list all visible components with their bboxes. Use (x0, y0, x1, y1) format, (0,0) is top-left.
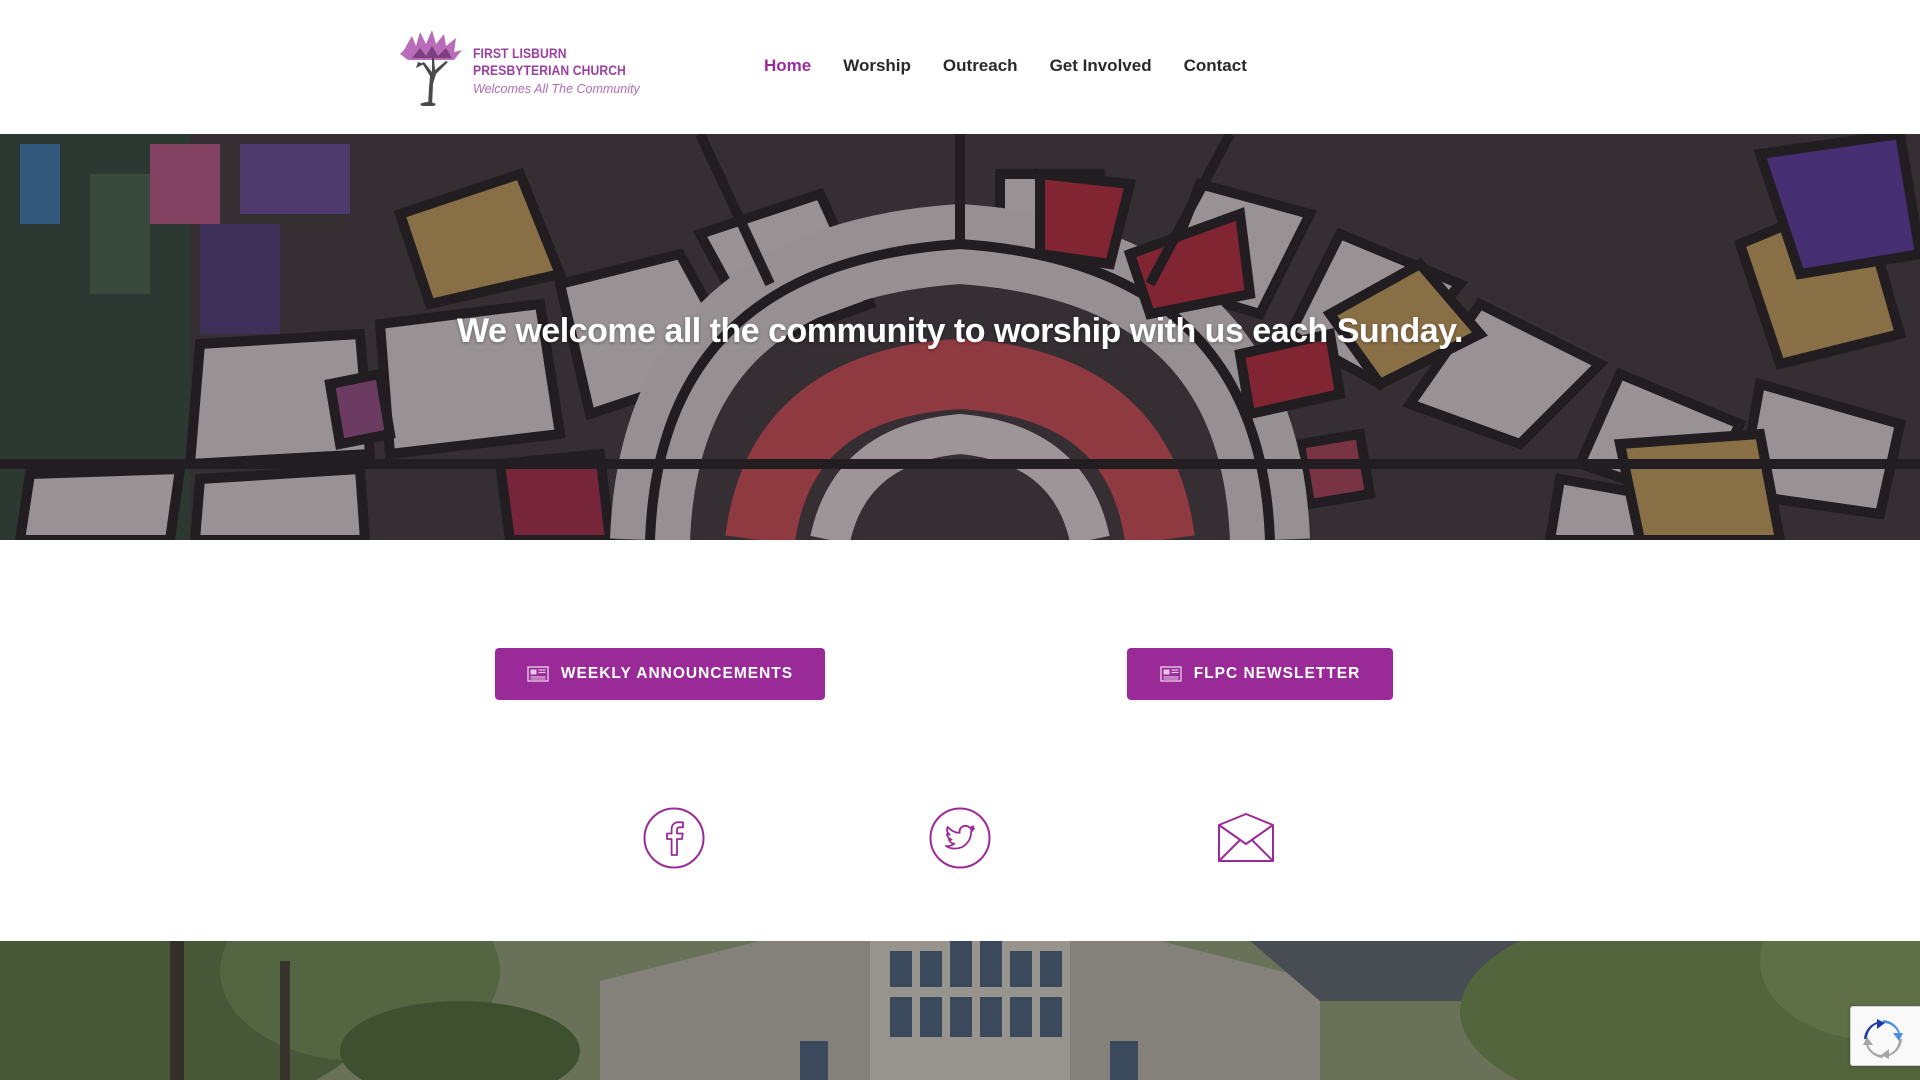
church-photo-overlay (0, 941, 1920, 1080)
recaptcha-badge[interactable] (1850, 1006, 1920, 1066)
hero-banner: We welcome all the community to worship … (0, 134, 1920, 540)
flpc-newsletter-label: FLPC NEWSLETTER (1193, 665, 1361, 682)
nav-item-get-involved[interactable]: Get Involved (1050, 52, 1152, 80)
hero-heading: We welcome all the community to worship … (457, 312, 1463, 350)
flpc-newsletter-button[interactable]: FLPC NEWSLETTER (1127, 648, 1393, 700)
logo-line-2: PRESBYTERIAN CHURCH (473, 63, 626, 78)
main-nav: Home Worship Outreach Get Involved Conta… (764, 52, 1247, 80)
nav-item-contact[interactable]: Contact (1184, 52, 1247, 80)
newspaper-icon (1160, 666, 1182, 682)
envelope-icon (1218, 813, 1274, 862)
logo-line-1: FIRST LISBURN (473, 46, 567, 61)
facebook-link[interactable] (643, 807, 705, 869)
weekly-announcements-button[interactable]: WEEKLY ANNOUNCEMENTS (495, 648, 825, 700)
recaptcha-icon (1863, 1019, 1903, 1059)
site-logo[interactable]: FIRST LISBURN PRESBYTERIAN CHURCH Welcom… (398, 28, 640, 108)
weekly-announcements-label: WEEKLY ANNOUNCEMENTS (560, 665, 794, 682)
twitter-icon (929, 807, 991, 869)
facebook-icon (643, 807, 705, 869)
church-photo-section (0, 941, 1920, 1080)
newspaper-icon (527, 666, 549, 682)
tree-logo-icon (400, 30, 462, 106)
nav-item-outreach[interactable]: Outreach (943, 52, 1018, 80)
nav-item-worship[interactable]: Worship (843, 52, 911, 80)
logo-tagline: Welcomes All The Community (473, 82, 640, 96)
site-header: FIRST LISBURN PRESBYTERIAN CHURCH Welcom… (0, 0, 1920, 134)
email-link[interactable] (1215, 807, 1277, 869)
nav-item-home[interactable]: Home (764, 52, 811, 80)
twitter-link[interactable] (929, 807, 991, 869)
